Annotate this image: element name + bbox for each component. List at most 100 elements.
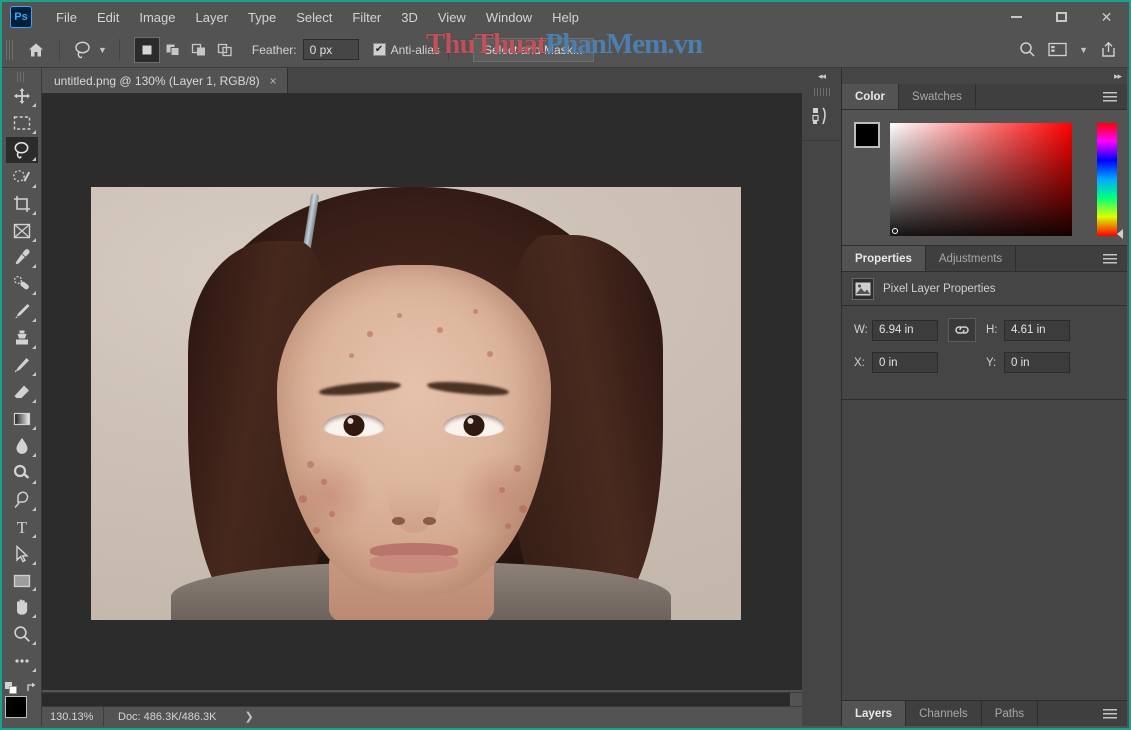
subtract-from-selection-button[interactable] (186, 37, 212, 63)
feather-input[interactable] (302, 39, 359, 60)
clone-stamp-tool[interactable] (6, 325, 38, 351)
menu-view[interactable]: View (428, 5, 476, 30)
dodge-tool[interactable] (6, 460, 38, 486)
eraser-tool[interactable] (6, 379, 38, 405)
properties-header: Pixel Layer Properties (842, 272, 1127, 306)
brush-tool[interactable] (6, 298, 38, 324)
search-icon[interactable] (1019, 41, 1036, 58)
document-image[interactable] (91, 187, 741, 620)
tab-layers[interactable]: Layers (842, 701, 907, 726)
height-label: H: (986, 324, 998, 336)
spot-healing-brush-tool[interactable] (6, 271, 38, 297)
status-menu-arrow-icon[interactable]: ❯ (244, 710, 253, 723)
width-input[interactable] (872, 319, 938, 341)
select-and-mask-button[interactable]: Select and Mask... (472, 37, 594, 62)
quick-selection-tool[interactable] (6, 164, 38, 190)
chevron-down-icon-workspace[interactable]: ▼ (1079, 45, 1088, 55)
document-info: Doc: 486.3K/486.3K (118, 710, 217, 723)
height-input[interactable] (1004, 319, 1070, 341)
menu-3d[interactable]: 3D (391, 5, 428, 30)
path-selection-tool[interactable] (6, 541, 38, 567)
tab-properties[interactable]: Properties (842, 246, 926, 271)
eyedropper-tool[interactable] (6, 245, 38, 271)
feather-label: Feather: (251, 42, 297, 57)
default-colors-icon[interactable] (4, 682, 17, 695)
menu-edit[interactable]: Edit (87, 5, 129, 30)
width-label: W: (854, 324, 868, 336)
anti-alias-checkbox[interactable]: ✔ (372, 43, 386, 56)
photo-cheek-right (457, 451, 537, 537)
menu-type[interactable]: Type (238, 5, 286, 30)
hue-slider[interactable] (1097, 123, 1117, 236)
right-dock-expand-button[interactable]: ▸▸ (842, 68, 1127, 84)
minimize-button[interactable] (994, 2, 1039, 32)
pixel-layer-icon (852, 277, 874, 300)
layers-panel-menu-button[interactable] (1093, 701, 1127, 726)
layers-panel-tabs: Layers Channels Paths (842, 700, 1127, 726)
hand-tool[interactable] (6, 594, 38, 620)
x-input[interactable] (872, 352, 938, 373)
canvas-horizontal-scrollbar[interactable] (42, 692, 802, 707)
menu-bar: Ps File Edit Image Layer Type Select Fil… (2, 2, 1129, 32)
zoom-level-field[interactable]: 130.13% (42, 707, 104, 726)
anti-alias-option[interactable]: ✔ Anti-alias (372, 43, 440, 57)
menu-help[interactable]: Help (542, 5, 589, 30)
color-panel-body (842, 110, 1127, 245)
menu-filter[interactable]: Filter (342, 5, 391, 30)
menu-file[interactable]: File (46, 5, 87, 30)
foreground-color-swatch[interactable] (4, 696, 27, 719)
pen-tool[interactable] (6, 487, 38, 513)
document-tab[interactable]: untitled.png @ 130% (Layer 1, RGB/8) × (42, 68, 288, 93)
crop-tool[interactable] (6, 191, 38, 217)
close-button[interactable]: ✕ (1084, 2, 1129, 32)
options-bar-grip[interactable] (6, 39, 15, 60)
maximize-button[interactable] (1039, 2, 1084, 32)
dock-grip[interactable] (813, 88, 830, 96)
link-icon[interactable] (948, 318, 976, 342)
double-chevron-left-icon: ◂◂ (817, 70, 826, 81)
tab-channels[interactable]: Channels (906, 701, 982, 726)
rectangular-marquee-tool[interactable] (6, 110, 38, 136)
lasso-tool[interactable] (5, 136, 38, 163)
rectangle-tool[interactable] (6, 568, 38, 594)
menu-image[interactable]: Image (129, 5, 185, 30)
zoom-tool[interactable] (6, 621, 38, 647)
workspace-icon[interactable] (1048, 42, 1067, 57)
blur-tool[interactable] (6, 433, 38, 459)
panel-menu-icon (1103, 708, 1117, 719)
tab-color[interactable]: Color (842, 84, 900, 109)
add-to-selection-button[interactable] (160, 37, 186, 63)
frame-tool[interactable] (6, 218, 38, 244)
menu-window[interactable]: Window (476, 5, 542, 30)
share-icon[interactable] (1100, 41, 1117, 58)
swap-colors-icon[interactable] (26, 682, 38, 694)
tools-panel-grip[interactable] (17, 72, 26, 82)
dock-collapse-button[interactable]: ◂◂ (802, 68, 841, 84)
history-brush-tool[interactable] (6, 352, 38, 378)
scrollbar-thumb[interactable] (790, 693, 802, 707)
menu-select[interactable]: Select (286, 5, 342, 30)
tab-adjustments[interactable]: Adjustments (925, 246, 1017, 271)
properties-title: Pixel Layer Properties (883, 282, 996, 295)
move-tool[interactable] (6, 83, 38, 109)
photoshop-logo[interactable]: Ps (10, 6, 32, 28)
menu-layer[interactable]: Layer (186, 5, 239, 30)
edit-toolbar-tool[interactable] (6, 648, 38, 674)
close-icon[interactable]: × (270, 75, 277, 87)
new-selection-button[interactable] (133, 36, 160, 63)
tab-swatches[interactable]: Swatches (899, 84, 976, 109)
y-input[interactable] (1004, 352, 1070, 373)
libraries-icon[interactable] (802, 96, 840, 136)
properties-panel-menu-button[interactable] (1093, 246, 1127, 271)
color-panel-foreground-swatch[interactable] (854, 122, 880, 148)
color-panel-menu-button[interactable] (1093, 84, 1127, 109)
tool-preset-picker[interactable]: ▼ (68, 37, 111, 63)
type-tool[interactable]: T (6, 514, 38, 540)
tab-paths[interactable]: Paths (981, 701, 1039, 726)
photo-eyebrow-left (318, 379, 402, 398)
intersect-with-selection-button[interactable] (212, 37, 238, 63)
color-picker-field[interactable] (890, 123, 1072, 236)
gradient-tool[interactable] (6, 406, 38, 432)
canvas-area[interactable] (42, 94, 802, 690)
home-icon[interactable] (21, 41, 51, 59)
